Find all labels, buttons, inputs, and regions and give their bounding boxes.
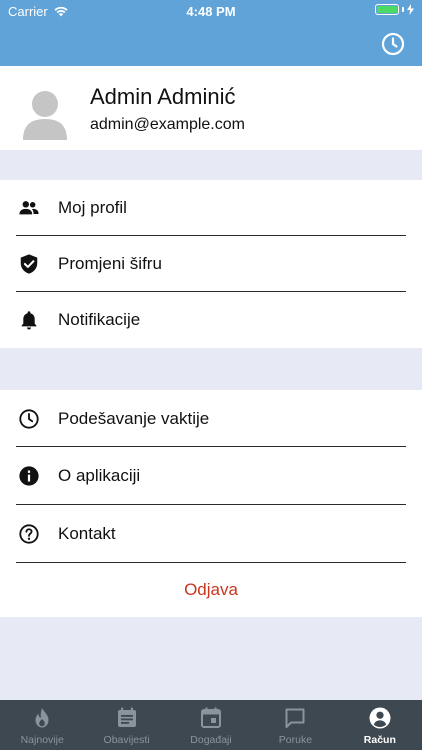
- tab-bar: Najnovije Obavijesti Događaji Poruke Rač…: [0, 700, 422, 750]
- profile-email: admin@example.com: [90, 116, 245, 133]
- nav-bar: [0, 22, 422, 66]
- menu-item-vaktija-settings[interactable]: Podešavanje vaktije: [0, 390, 422, 447]
- menu-section-app: Podešavanje vaktije O aplikaciji Kontakt…: [0, 390, 422, 617]
- charging-icon: [407, 4, 414, 15]
- tab-najnovije[interactable]: Najnovije: [0, 700, 84, 750]
- battery-icon: [375, 4, 399, 15]
- menu-section-account: Moj profil Promjeni šifru Notifikacije: [0, 180, 422, 348]
- help-icon: [19, 524, 39, 544]
- people-icon: [19, 201, 39, 215]
- menu-item-label: Kontakt: [58, 524, 116, 543]
- tab-label: Obavijesti: [103, 734, 150, 746]
- shield-check-icon: [20, 254, 38, 274]
- menu-item-about[interactable]: O aplikaciji: [0, 447, 422, 505]
- menu-item-label: Promjeni šifru: [58, 254, 162, 273]
- tab-label: Poruke: [278, 734, 313, 746]
- avatar: [23, 91, 67, 140]
- tab-label: Račun: [363, 734, 396, 746]
- menu-item-label: Podešavanje vaktije: [58, 408, 210, 428]
- tab-label: Događaji: [190, 734, 232, 746]
- logout-button[interactable]: Odjava: [0, 563, 422, 617]
- menu-item-notifications[interactable]: Notifikacije: [0, 292, 422, 348]
- menu-item-label: Moj profil: [58, 198, 127, 217]
- tab-obavijesti[interactable]: Obavijesti: [84, 700, 168, 750]
- divider: [16, 562, 406, 563]
- menu-item-my-profile[interactable]: Moj profil: [0, 180, 422, 236]
- menu-item-change-password[interactable]: Promjeni šifru: [0, 236, 422, 292]
- calendar-icon: [201, 707, 222, 728]
- profile-name: Admin Adminić: [90, 84, 236, 109]
- clock-icon: [19, 408, 39, 429]
- newspaper-icon: [117, 707, 136, 727]
- profile-header: Admin Adminić admin@example.com: [0, 66, 422, 150]
- chat-icon: [285, 708, 305, 728]
- menu-item-label: O aplikaciji: [58, 466, 141, 485]
- tab-racun[interactable]: Račun: [338, 700, 422, 750]
- tab-dogadaji[interactable]: Događaji: [169, 700, 253, 750]
- bell-icon: [21, 311, 37, 330]
- menu-item-contact[interactable]: Kontakt: [0, 505, 422, 563]
- info-icon: [19, 466, 39, 486]
- tab-label: Najnovije: [20, 734, 64, 746]
- battery-indicator: [375, 4, 414, 15]
- status-bar: Carrier 4:48 PM: [0, 0, 422, 22]
- clock-icon[interactable]: [380, 31, 406, 57]
- account-icon: [369, 707, 391, 729]
- tab-poruke[interactable]: Poruke: [253, 700, 337, 750]
- status-time: 4:48 PM: [186, 4, 236, 19]
- menu-item-label: Notifikacije: [58, 310, 141, 329]
- fire-icon: [35, 708, 49, 728]
